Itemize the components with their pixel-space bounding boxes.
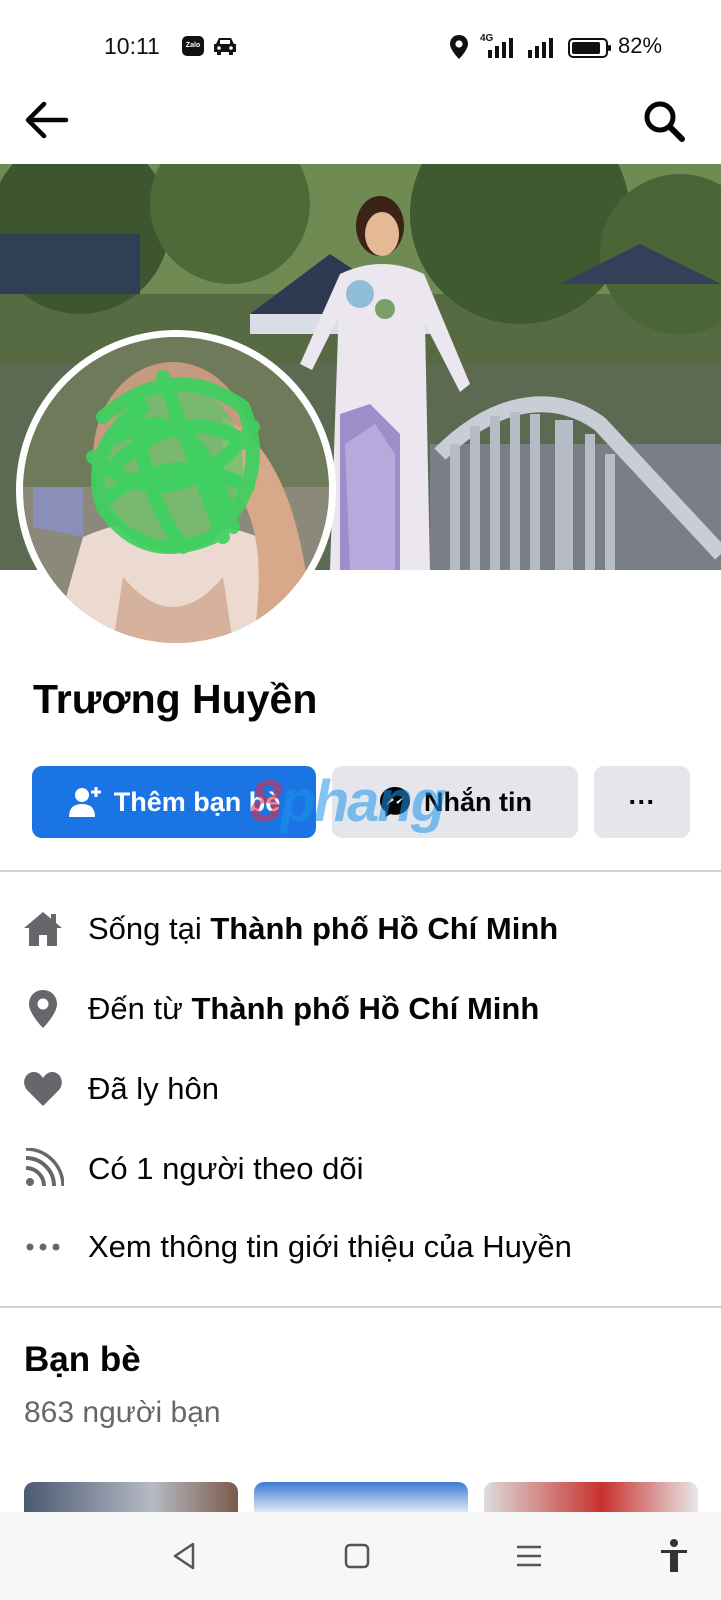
back-arrow-icon[interactable] [22,98,72,142]
friends-count[interactable]: 863 người bạn [24,1396,221,1430]
battery-percentage: 82% [618,33,663,58]
message-button[interactable]: Nhắn tin [332,766,578,838]
rss-icon [25,1148,64,1187]
zalo-app-icon: Zalo [182,36,204,56]
message-label: Nhắn tin [424,786,532,817]
see-about-link[interactable]: Xem thông tin giới thiệu của Huyền [22,1222,572,1272]
info-lives-in-prefix: Sống tại [88,911,211,946]
friend-thumbnail[interactable] [484,1482,698,1512]
info-from-city[interactable]: Thành phố Hồ Chí Minh [191,991,539,1026]
home-icon [24,912,62,946]
info-from-prefix: Đến từ [88,991,192,1026]
signal-strength-icon-2 [528,38,553,58]
info-followers[interactable]: Có 1 người theo dõi [22,1144,363,1194]
ellipsis-icon [26,1243,60,1251]
see-about-label: Xem thông tin giới thiệu của Huyền [88,1229,572,1264]
battery-icon [568,38,611,58]
divider [0,1306,721,1308]
nav-home-icon[interactable] [337,1536,377,1576]
add-friend-button[interactable]: Thêm bạn bè [32,766,316,838]
add-friend-icon [68,787,101,817]
info-relationship: Đã ly hôn [22,1064,219,1114]
heart-icon [24,1072,62,1106]
friends-section-title: Bạn bè [24,1340,141,1379]
accessibility-icon[interactable] [654,1536,694,1576]
location-pin-icon [29,990,57,1028]
divider [0,870,721,872]
signal-strength-icon [488,38,513,58]
messenger-icon [380,787,410,817]
car-icon [214,38,236,55]
nav-menu-icon[interactable] [509,1536,549,1576]
friend-thumbnail[interactable] [254,1482,468,1512]
ellipsis-icon: ··· [628,786,656,817]
nav-back-icon[interactable] [165,1536,205,1576]
info-lives-in: Sống tại Thành phố Hồ Chí Minh [22,904,558,954]
status-time: 10:11 [104,33,160,59]
followers-count: Có 1 người theo dõi [88,1151,364,1186]
profile-avatar[interactable] [16,330,336,650]
profile-name: Trương Huyền [33,676,318,722]
friend-thumbnail[interactable] [24,1482,238,1512]
more-options-button[interactable]: ··· [594,766,690,838]
avatar-photo [23,337,329,643]
status-bar: 10:11 Zalo 4G 82% [0,0,721,80]
info-lives-in-city[interactable]: Thành phố Hồ Chí Minh [210,911,558,946]
location-status-icon [450,35,468,59]
add-friend-label: Thêm bạn bè [113,786,281,817]
search-icon[interactable] [640,98,690,144]
info-from: Đến từ Thành phố Hồ Chí Minh [22,984,539,1034]
relationship-status: Đã ly hôn [88,1071,219,1106]
